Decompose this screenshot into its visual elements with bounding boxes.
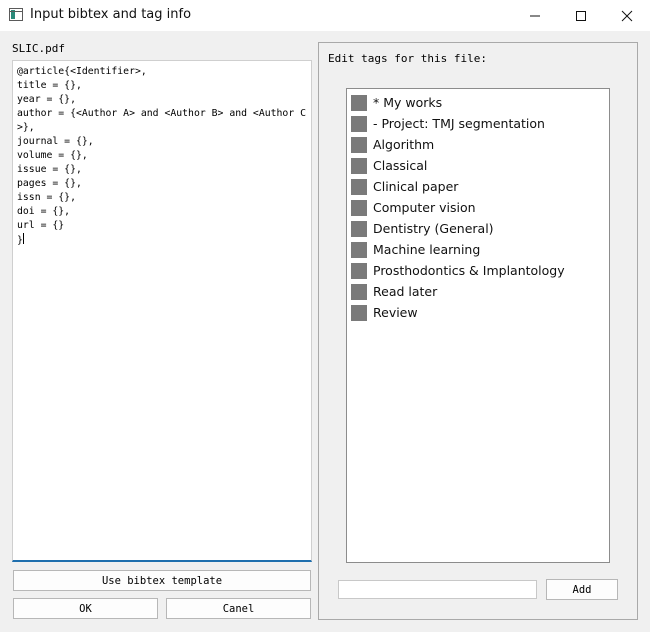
tag-checkbox[interactable]: [351, 199, 367, 216]
tag-label: * My works: [373, 95, 443, 110]
title-bar: Input bibtex and tag info: [0, 0, 650, 31]
bibtex-editor[interactable]: @article{<Identifier>, title = {}, year …: [12, 60, 312, 562]
tag-label: - Project: TMJ segmentation: [373, 116, 545, 131]
maximize-icon: [576, 10, 586, 21]
tag-label: Computer vision: [373, 200, 476, 215]
tag-checkbox[interactable]: [351, 178, 367, 195]
window-title: Input bibtex and tag info: [30, 7, 192, 22]
tag-item-machine-learning[interactable]: Machine learning: [351, 239, 480, 260]
tag-list[interactable]: * My works - Project: TMJ segmentation A…: [346, 88, 610, 563]
app-icon: [9, 8, 23, 21]
minimize-button[interactable]: [512, 0, 558, 31]
tag-item-computer-vision[interactable]: Computer vision: [351, 197, 476, 218]
close-icon: [621, 10, 633, 21]
maximize-button[interactable]: [558, 0, 604, 31]
add-tag-button[interactable]: Add: [546, 579, 618, 600]
tag-label: Prosthodontics & Implantology: [373, 263, 565, 278]
tag-item-my-works[interactable]: * My works: [351, 92, 442, 113]
tag-checkbox[interactable]: [351, 220, 367, 237]
text-caret: [22, 233, 24, 244]
tag-checkbox[interactable]: [351, 115, 367, 132]
tag-label: Review: [373, 305, 418, 320]
tag-label: Machine learning: [373, 242, 481, 257]
bibtex-text: @article{<Identifier>, title = {}, year …: [17, 66, 307, 246]
cancel-button[interactable]: Canel: [166, 598, 311, 619]
tag-checkbox[interactable]: [351, 304, 367, 321]
tag-item-review[interactable]: Review: [351, 302, 418, 323]
tag-checkbox[interactable]: [351, 262, 367, 279]
tag-item-dentistry[interactable]: Dentistry (General): [351, 218, 494, 239]
tag-item-classical[interactable]: Classical: [351, 155, 427, 176]
close-button[interactable]: [604, 0, 650, 31]
tag-label: Clinical paper: [373, 179, 459, 194]
new-tag-input[interactable]: [338, 580, 537, 599]
tag-checkbox[interactable]: [351, 283, 367, 300]
use-bibtex-template-button[interactable]: Use bibtex template: [13, 570, 311, 591]
tag-checkbox[interactable]: [351, 241, 367, 258]
file-name-label: SLIC.pdf: [12, 42, 65, 55]
edit-tags-group: Edit tags for this file: * My works - Pr…: [318, 42, 638, 620]
tag-item-clinical-paper[interactable]: Clinical paper: [351, 176, 458, 197]
tag-label: Classical: [373, 158, 428, 173]
minimize-icon: [530, 15, 540, 16]
tag-label: Dentistry (General): [373, 221, 494, 236]
edit-tags-title: Edit tags for this file:: [328, 52, 487, 65]
tag-checkbox[interactable]: [351, 94, 367, 111]
tag-item-prosthodontics[interactable]: Prosthodontics & Implantology: [351, 260, 565, 281]
tag-item-algorithm[interactable]: Algorithm: [351, 134, 434, 155]
tag-label: Read later: [373, 284, 438, 299]
tag-label: Algorithm: [373, 137, 435, 152]
ok-button[interactable]: OK: [13, 598, 158, 619]
tag-item-read-later[interactable]: Read later: [351, 281, 437, 302]
tag-checkbox[interactable]: [351, 136, 367, 153]
tag-item-project-tmj[interactable]: - Project: TMJ segmentation: [351, 113, 545, 134]
tag-checkbox[interactable]: [351, 157, 367, 174]
